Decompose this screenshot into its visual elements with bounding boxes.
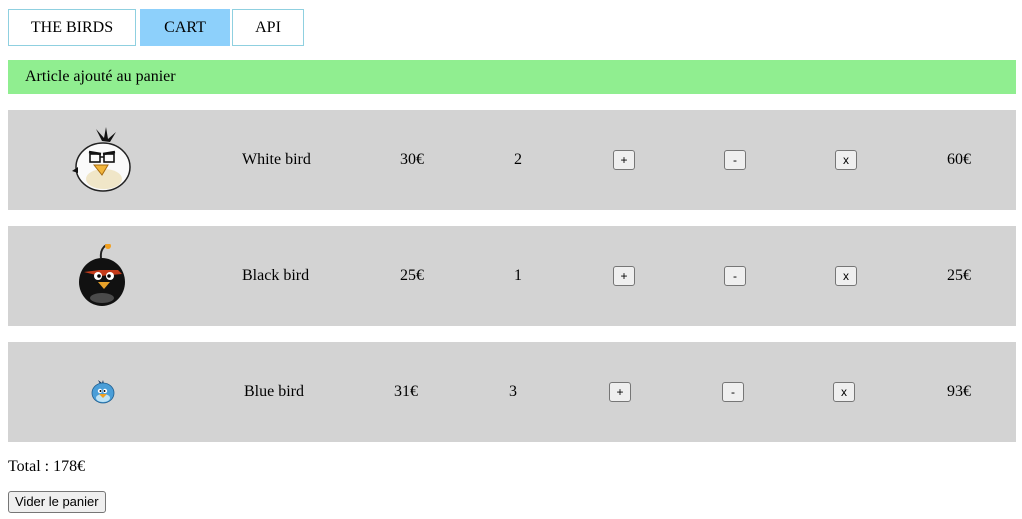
item-price: 30€ [400,151,424,168]
item-price: 31€ [394,383,418,400]
remove-item-button[interactable]: x [835,266,857,286]
item-price: 25€ [400,267,424,284]
item-quantity: 3 [509,383,517,400]
nav-the-birds-button[interactable]: THE BIRDS [8,9,136,46]
increase-quantity-button[interactable]: + [613,266,635,286]
item-name: Black bird [242,267,310,284]
cart-row: Black bird 25€ 1 + - x 25€ [8,226,1016,326]
cart-total: Total : 178€ [8,458,86,475]
item-subtotal: 93€ [947,383,971,400]
cart-row: White bird 30€ 2 + - x 60€ [8,110,1016,210]
white-bird-icon [63,110,143,210]
item-quantity: 1 [514,267,522,284]
increase-quantity-button[interactable]: + [613,150,635,170]
increase-quantity-button[interactable]: + [609,382,631,402]
item-subtotal: 60€ [947,151,971,168]
added-to-cart-banner: Article ajouté au panier [8,60,1016,94]
item-name: Blue bird [244,383,304,400]
decrease-quantity-button[interactable]: - [724,266,746,286]
item-subtotal: 25€ [947,267,971,284]
item-quantity: 2 [514,151,522,168]
remove-item-button[interactable]: x [833,382,855,402]
decrease-quantity-button[interactable]: - [722,382,744,402]
clear-cart-button[interactable]: Vider le panier [8,491,106,513]
black-bird-icon [63,226,143,326]
nav-api-button[interactable]: API [232,9,304,46]
blue-bird-icon [63,342,143,442]
decrease-quantity-button[interactable]: - [724,150,746,170]
nav-cart-button[interactable]: CART [140,9,230,46]
remove-item-button[interactable]: x [835,150,857,170]
cart-row: Blue bird 31€ 3 + - x 93€ [8,342,1016,442]
item-name: White bird [242,151,311,168]
